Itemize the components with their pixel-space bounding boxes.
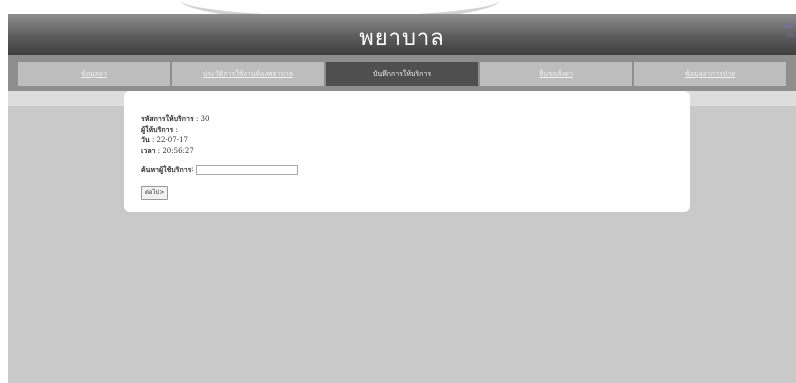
tab-usage-history[interactable]: ประวัติการใช้งานห้องพยาบาล (172, 62, 324, 86)
user-corner[interactable]: Wel Lo (783, 22, 794, 40)
service-id-label: รหัสการให้บริการ (141, 114, 194, 123)
page-title: พยาบาล (359, 26, 445, 51)
time-label: เวลา (141, 145, 156, 155)
corner-logout-text[interactable]: Lo (783, 31, 794, 40)
nav-bar: ข้อมูลยา ประวัติการใช้งานห้องพยาบาล บันท… (8, 55, 796, 91)
provider-value: : (173, 125, 178, 134)
search-row: ค้นหาผู้ใช้บริการ : (141, 165, 298, 175)
time-value: : 20:56:27 (155, 146, 194, 155)
date-value: : 22-07-17 (149, 136, 188, 144)
date-row: วัน : 22-07-17 (141, 135, 298, 146)
tab-symptom-info[interactable]: ข้อมูลอาการป่วย (634, 62, 786, 86)
service-id-value: : 30 (193, 115, 210, 123)
next-button[interactable]: ต่อไป> (141, 186, 169, 200)
time-row: เวลา : 20:56:27 (141, 146, 298, 157)
service-id-row: รหัสการให้บริการ : 30 (141, 114, 298, 125)
date-label: วัน (141, 135, 150, 144)
tab-drug-request[interactable]: ยื่นขอสั่งยา (480, 62, 632, 86)
service-record-form: รหัสการให้บริการ : 30 ผู้ให้บริการ : วัน… (141, 114, 298, 200)
header-bar: พยาบาล Wel Lo (8, 14, 796, 55)
service-record-card: รหัสการให้บริการ : 30 ผู้ให้บริการ : วัน… (124, 91, 690, 212)
search-user-input[interactable] (195, 165, 298, 175)
nav-tabs: ข้อมูลยา ประวัติการใช้งานห้องพยาบาล บันท… (18, 62, 786, 86)
corner-welcome-text: Wel (783, 23, 794, 30)
provider-row: ผู้ให้บริการ : (141, 125, 298, 136)
provider-label: ผู้ให้บริการ (141, 124, 174, 134)
search-label: ค้นหาผู้ใช้บริการ (141, 165, 192, 175)
tab-service-record[interactable]: บันทึกการให้บริการ (326, 62, 478, 86)
page-frame: พยาบาล Wel Lo ข้อมูลยา ประวัติการใช้งานห… (8, 14, 796, 383)
search-separator: : (191, 165, 194, 174)
tab-drug-info[interactable]: ข้อมูลยา (18, 62, 170, 86)
